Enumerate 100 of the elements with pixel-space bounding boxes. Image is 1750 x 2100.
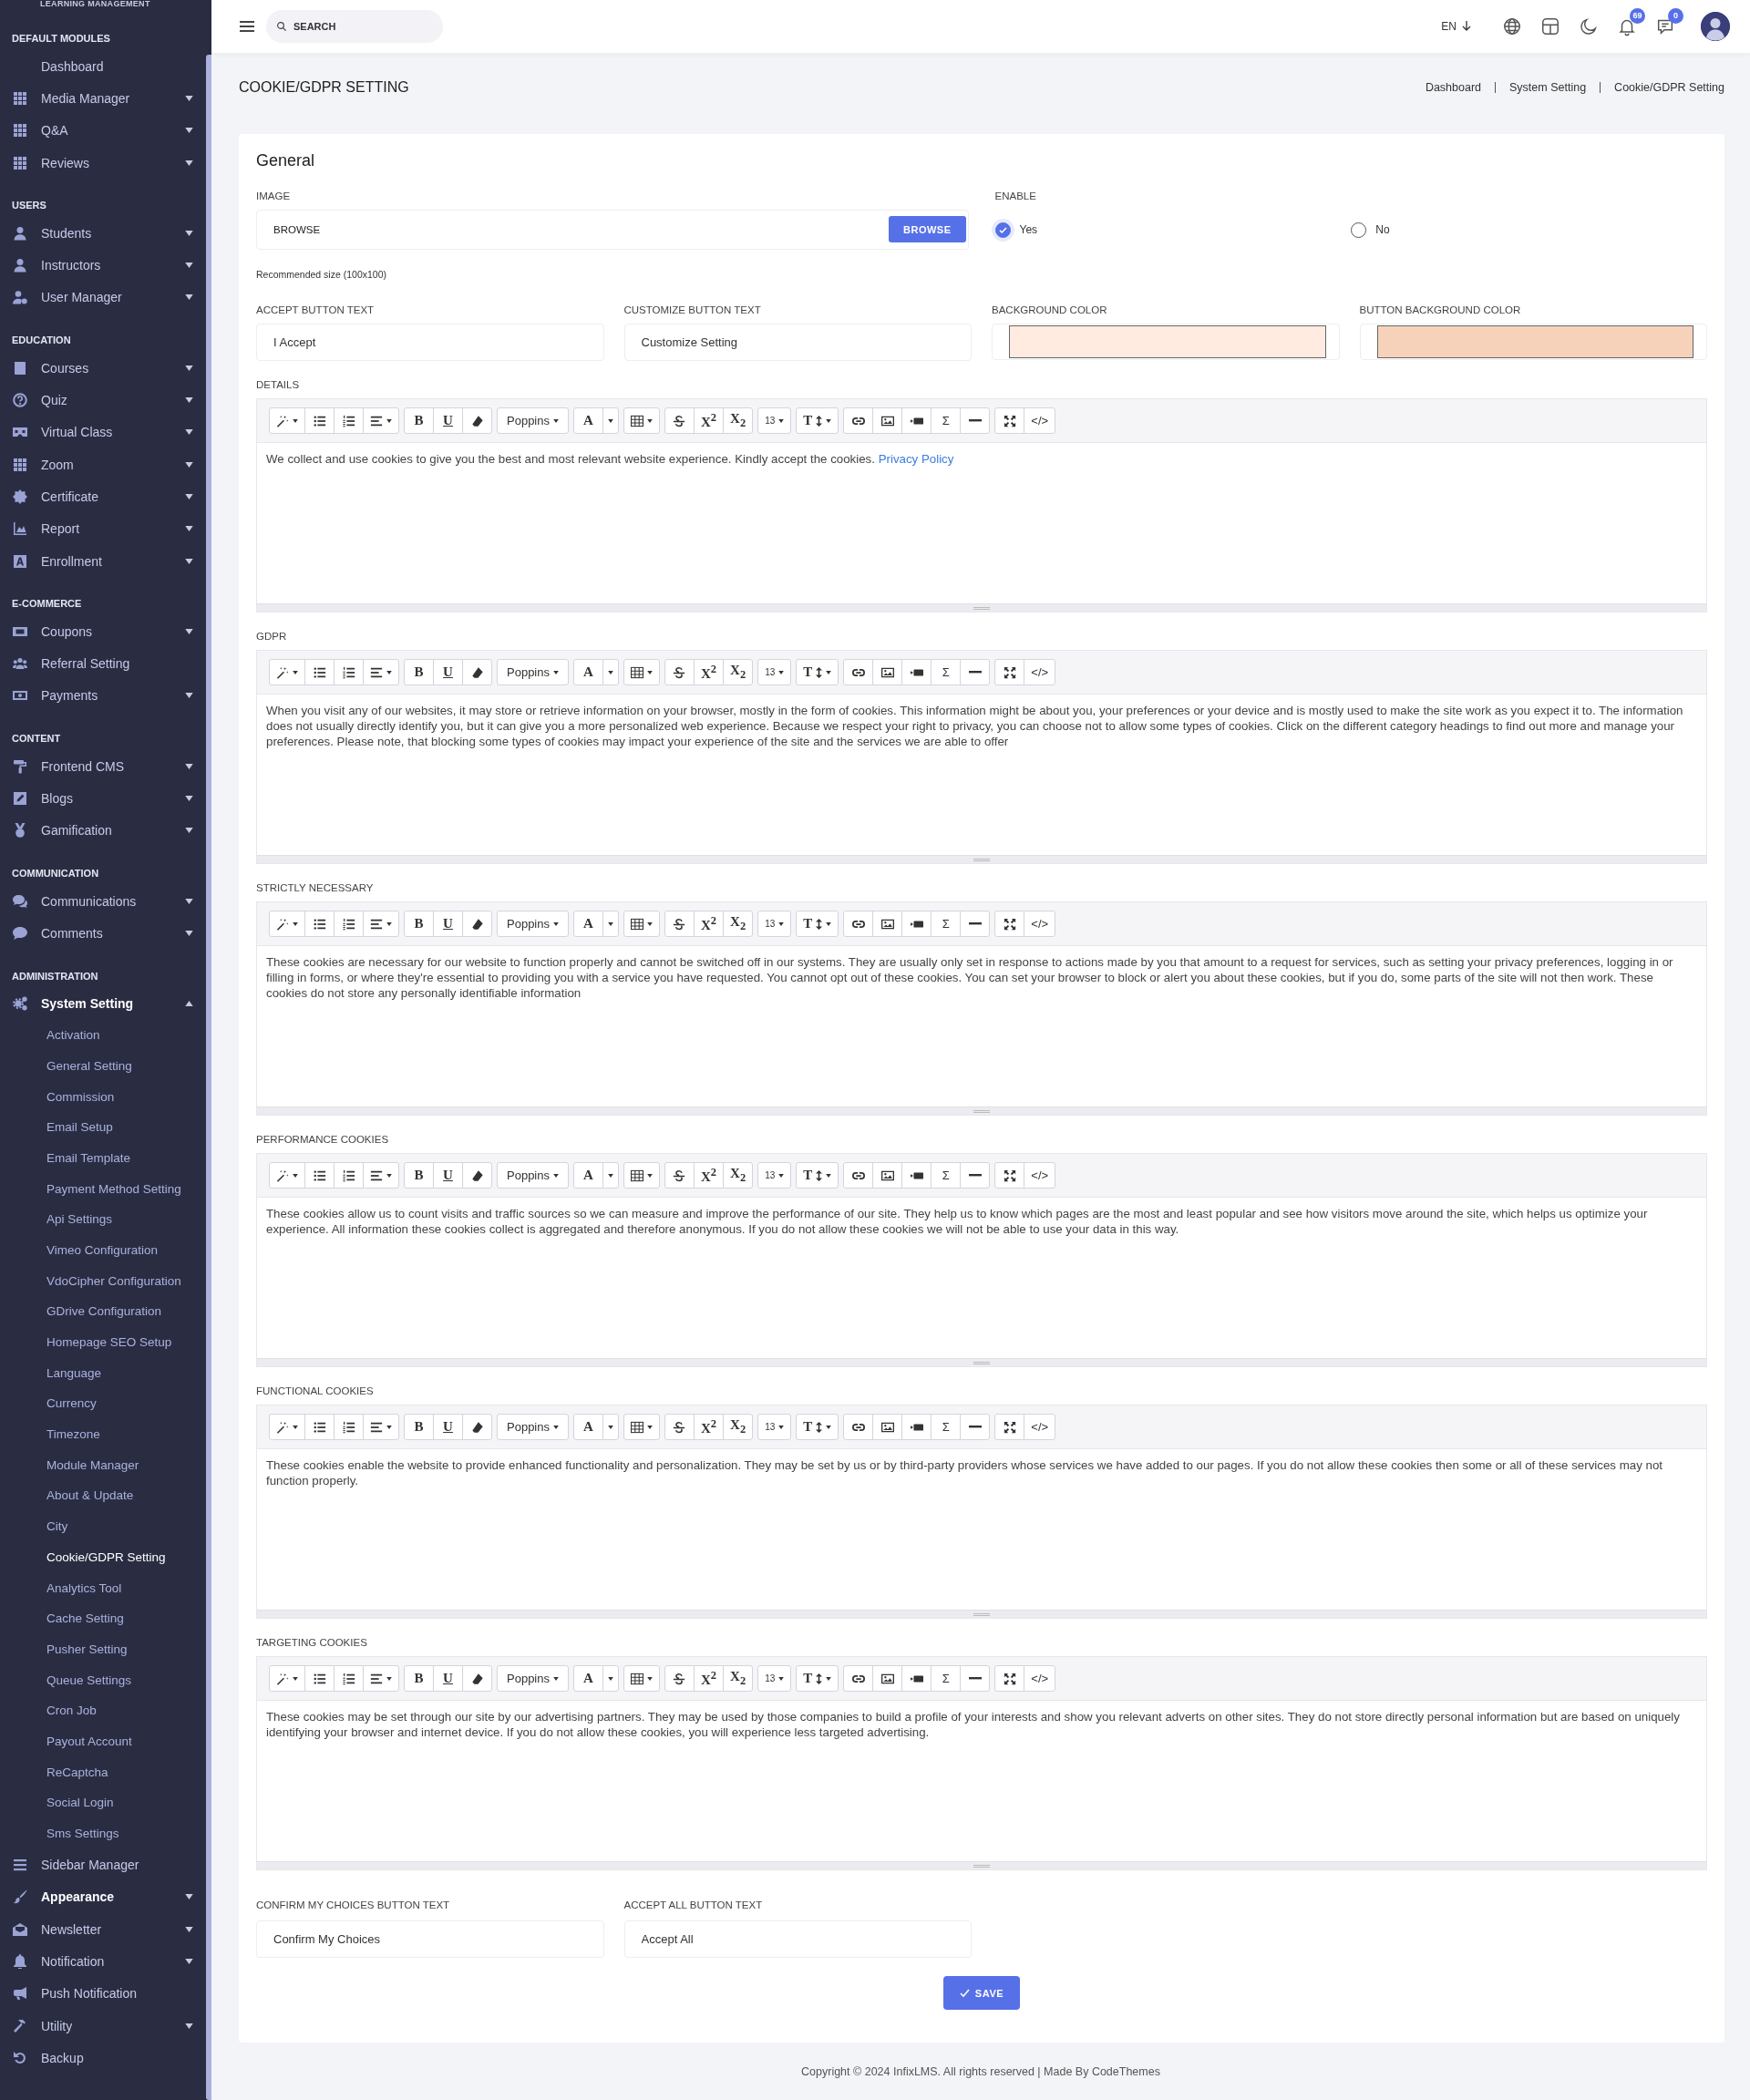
subscript-button[interactable]: X$_{2}$ xyxy=(723,911,754,937)
magic-wand-button[interactable] xyxy=(269,659,305,685)
picture-button[interactable] xyxy=(872,911,903,937)
language-selector[interactable]: EN xyxy=(1441,20,1457,33)
bullet-list-button[interactable] xyxy=(304,911,335,937)
font-family-dropdown[interactable]: Poppins xyxy=(497,1414,569,1440)
bullet-list-button[interactable] xyxy=(304,1665,335,1692)
font-size-dropdown[interactable]: 13 xyxy=(757,1665,792,1692)
math-button[interactable]: Σ xyxy=(931,911,962,937)
code-view-button[interactable]: </> xyxy=(1024,1665,1056,1692)
submenu-item[interactable]: Api Settings xyxy=(0,1203,206,1235)
submenu-item[interactable]: Social Login xyxy=(0,1787,206,1818)
superscript-button[interactable]: X$^{2}$ xyxy=(694,407,725,434)
globe-icon[interactable] xyxy=(1502,16,1522,36)
horizontal-rule-button[interactable] xyxy=(960,1162,991,1189)
search-field[interactable]: SEARCH xyxy=(266,10,443,43)
submenu-item[interactable]: Commission xyxy=(0,1081,206,1112)
strikethrough-button[interactable] xyxy=(664,911,695,937)
line-height-button[interactable]: T xyxy=(796,1665,839,1692)
font-size-dropdown[interactable]: 13 xyxy=(757,1414,792,1440)
magic-wand-button[interactable] xyxy=(269,407,305,434)
submenu-item[interactable]: GDrive Configuration xyxy=(0,1296,206,1327)
picture-button[interactable] xyxy=(872,659,903,685)
sidebar-item[interactable]: Blogs xyxy=(0,782,206,815)
eraser-button[interactable] xyxy=(462,1162,492,1189)
submenu-item[interactable]: Module Manager xyxy=(0,1449,206,1481)
sidebar-item[interactable]: Frontend CMS xyxy=(0,750,206,783)
breadcrumb-link[interactable]: Cookie/GDPR Setting xyxy=(1600,82,1724,93)
align-button[interactable] xyxy=(363,911,399,937)
align-button[interactable] xyxy=(363,1665,399,1692)
text-field[interactable]: Confirm My Choices xyxy=(256,1920,604,1958)
scrollbar-thumb[interactable] xyxy=(206,55,211,2100)
magic-wand-button[interactable] xyxy=(269,1414,305,1440)
link-button[interactable] xyxy=(843,1162,874,1189)
table-button[interactable] xyxy=(623,407,660,434)
subscript-button[interactable]: X$_{2}$ xyxy=(723,1162,754,1189)
horizontal-rule-button[interactable] xyxy=(960,1665,991,1692)
numbered-list-button[interactable] xyxy=(334,659,364,685)
sidebar-item[interactable]: Courses xyxy=(0,352,206,385)
video-button[interactable] xyxy=(901,911,932,937)
eraser-button[interactable] xyxy=(462,1414,492,1440)
subscript-button[interactable]: X$_{2}$ xyxy=(723,659,754,685)
sidebar-item[interactable]: Virtual Class xyxy=(0,416,206,448)
font-size-dropdown[interactable]: 13 xyxy=(757,1162,792,1189)
breadcrumb-link[interactable]: Dashboard xyxy=(1411,82,1496,93)
submenu-item[interactable]: Timezone xyxy=(0,1418,206,1450)
eraser-button[interactable] xyxy=(462,659,492,685)
submenu-item[interactable]: Cron Job xyxy=(0,1694,206,1726)
underline-button[interactable]: U xyxy=(433,1162,463,1189)
sidebar-item[interactable]: Comments xyxy=(0,917,206,950)
font-color-button[interactable]: A xyxy=(573,1414,603,1440)
align-button[interactable] xyxy=(363,407,399,434)
sidebar-item[interactable]: Payments xyxy=(0,679,206,713)
fullscreen-button[interactable] xyxy=(994,659,1025,685)
superscript-button[interactable]: X$^{2}$ xyxy=(694,1162,725,1189)
font-size-dropdown[interactable]: 13 xyxy=(757,911,792,937)
horizontal-rule-button[interactable] xyxy=(960,911,991,937)
submenu-item[interactable]: Homepage SEO Setup xyxy=(0,1326,206,1358)
submenu-item[interactable]: Currency xyxy=(0,1388,206,1419)
submenu-item[interactable]: Language xyxy=(0,1357,206,1389)
bullet-list-button[interactable] xyxy=(304,1162,335,1189)
line-height-button[interactable]: T xyxy=(796,659,839,685)
save-button[interactable]: SAVE xyxy=(942,1976,1021,2010)
underline-button[interactable]: U xyxy=(433,1665,463,1692)
link-button[interactable] xyxy=(843,659,874,685)
text-field[interactable]: I Accept xyxy=(256,324,604,361)
text-field[interactable]: Customize Setting xyxy=(623,324,972,361)
line-height-button[interactable]: T xyxy=(796,911,839,937)
code-view-button[interactable]: </> xyxy=(1024,911,1056,937)
math-button[interactable]: Σ xyxy=(931,1162,962,1189)
avatar[interactable] xyxy=(1701,12,1730,41)
sidebar-item[interactable]: Coupons xyxy=(0,615,206,648)
picture-button[interactable] xyxy=(872,1414,903,1440)
picture-button[interactable] xyxy=(872,407,903,434)
math-button[interactable]: Σ xyxy=(931,407,962,434)
sidebar-item[interactable]: Communications xyxy=(0,884,206,918)
breadcrumb-link[interactable]: System Setting xyxy=(1495,82,1601,93)
font-color-button[interactable]: A xyxy=(573,911,603,937)
sidebar-item[interactable]: Instructors xyxy=(0,249,206,282)
submenu-item[interactable]: VdoCipher Configuration xyxy=(0,1265,206,1296)
font-family-dropdown[interactable]: Poppins xyxy=(497,911,569,937)
align-button[interactable] xyxy=(363,659,399,685)
submenu-item[interactable]: Payout Account xyxy=(0,1725,206,1757)
bold-button[interactable]: B xyxy=(404,1665,434,1692)
link-button[interactable] xyxy=(843,1414,874,1440)
strikethrough-button[interactable] xyxy=(664,1665,695,1692)
sidebar-item[interactable]: Dashboard xyxy=(0,50,206,83)
math-button[interactable]: Σ xyxy=(931,659,962,685)
underline-button[interactable]: U xyxy=(433,911,463,937)
submenu-item[interactable]: Analytics Tool xyxy=(0,1572,206,1603)
sidebar-item[interactable]: Report xyxy=(0,512,206,545)
sidebar-item[interactable]: Media Manager xyxy=(0,82,206,115)
subscript-button[interactable]: X$_{2}$ xyxy=(723,1414,754,1440)
table-button[interactable] xyxy=(623,1665,660,1692)
fullscreen-button[interactable] xyxy=(994,1414,1025,1440)
numbered-list-button[interactable] xyxy=(334,407,364,434)
numbered-list-button[interactable] xyxy=(334,911,364,937)
sidebar-item[interactable]: System Setting xyxy=(0,987,206,1020)
browse-button[interactable]: BROWSE xyxy=(889,216,966,242)
submenu-item[interactable]: General Setting xyxy=(0,1050,206,1082)
